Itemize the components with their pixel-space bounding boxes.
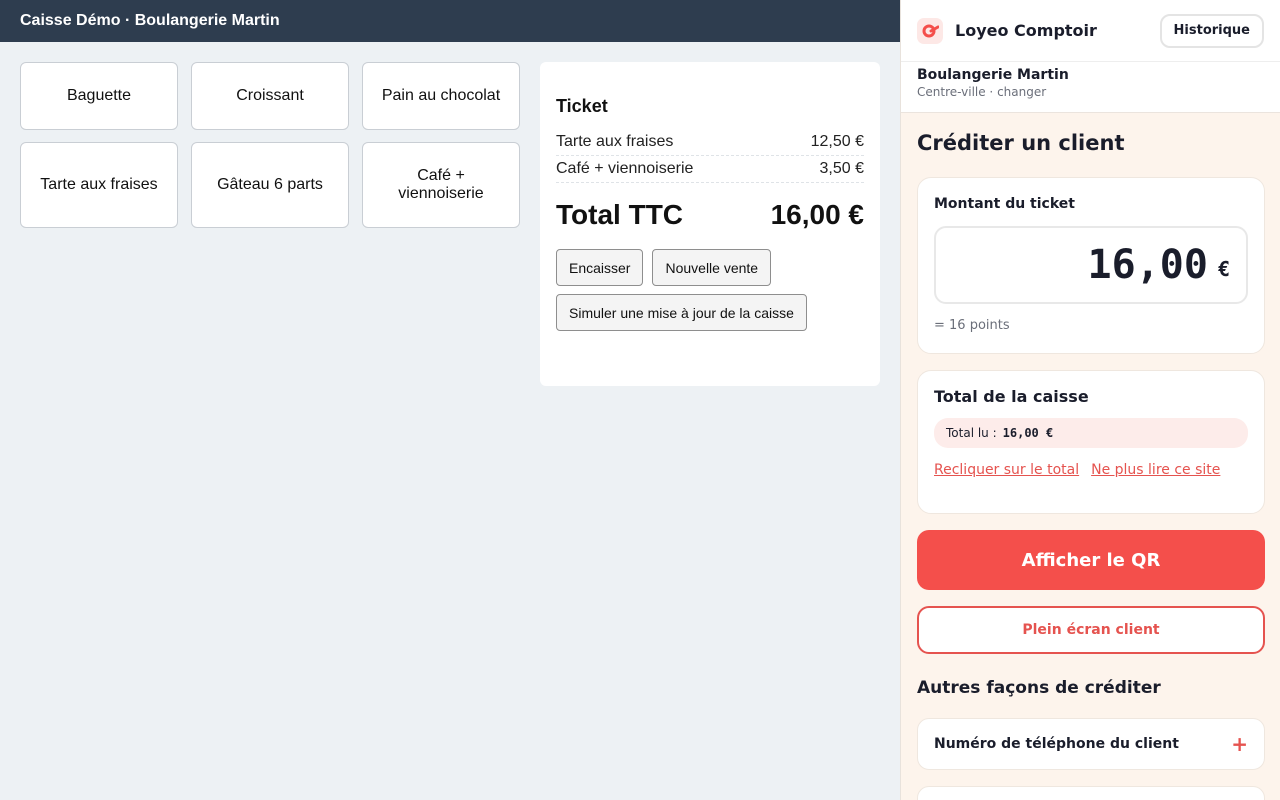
ticket-line-price: 3,50 € [819,160,864,177]
simulate-update-button[interactable]: Simuler une mise à jour de la caisse [556,294,807,331]
show-qr-button[interactable]: Afficher le QR [917,530,1265,590]
read-total-value: 16,00 € [1002,426,1054,440]
stop-reading-link[interactable]: Ne plus lire ce site [1091,462,1220,478]
store-location-change-link[interactable]: Centre-ville · changer [917,85,1264,99]
brand-logo-icon [917,17,943,44]
product-pain-au-chocolat[interactable]: Pain au chocolat [362,62,520,130]
panel-title: Créditer un client [917,131,1125,155]
new-sale-button[interactable]: Nouvelle vente [652,249,772,286]
read-total-label: Total lu : [946,426,997,440]
ticket-total-value: 16,00 € [770,199,864,230]
ticket-actions: Encaisser Nouvelle vente [556,249,864,286]
ticket-amount-label: Montant du ticket [934,196,1075,212]
product-grid: Baguette Croissant Pain au chocolat Tart… [20,62,520,228]
pos-main: Baguette Croissant Pain au chocolat Tart… [0,42,900,800]
ticket-title: Ticket [556,96,608,116]
brand-name: Loyeo Comptoir [955,21,1097,40]
ticket-total: Total TTC 16,00 € [556,199,864,231]
ticket-line-name: Tarte aux fraises [556,133,674,150]
panel-header: Loyeo Comptoir Historique [901,0,1280,62]
ticket-line-price: 12,50 € [810,133,864,150]
ticket-actions-secondary: Simuler une mise à jour de la caisse [556,294,864,331]
store-info: Boulangerie Martin Centre-ville · change… [901,62,1280,113]
ticket-line: Tarte aux fraises 12,50 € [556,129,864,156]
ticket-amount-value: 16,00 [1087,242,1208,288]
phone-number-option[interactable]: Numéro de téléphone du client + [917,718,1265,770]
plus-icon: + [1231,732,1248,756]
next-option-row[interactable] [917,786,1265,800]
ticket-line-name: Café + viennoiserie [556,160,694,177]
pos-title: Caisse Démo · Boulangerie Martin [20,12,280,29]
product-baguette[interactable]: Baguette [20,62,178,130]
store-name: Boulangerie Martin [917,67,1069,83]
loyalty-panel: Loyeo Comptoir Historique Boulangerie Ma… [900,0,1280,800]
reclick-total-link[interactable]: Recliquer sur le total [934,462,1079,478]
product-gateau-6-parts[interactable]: Gâteau 6 parts [191,142,349,228]
register-links: Recliquer sur le total Ne plus lire ce s… [934,462,1248,478]
product-cafe-viennoiserie[interactable]: Café + viennoiserie [362,142,520,228]
ticket-amount-field[interactable]: 16,00 € [934,226,1248,304]
other-methods-title: Autres façons de créditer [917,678,1161,698]
read-total-badge: Total lu : 16,00 € [934,418,1248,448]
register-total-card: Total de la caisse Total lu : 16,00 € Re… [917,370,1265,514]
history-button[interactable]: Historique [1159,13,1264,48]
ticket-amount-card: Montant du ticket 16,00 € = 16 points [917,177,1265,354]
phone-number-label: Numéro de téléphone du client [934,736,1179,752]
currency-symbol: € [1217,257,1230,281]
register-total-label: Total de la caisse [934,387,1089,406]
ticket-panel: Ticket Tarte aux fraises 12,50 € Café + … [540,62,880,386]
fullscreen-client-button[interactable]: Plein écran client [917,606,1265,654]
checkout-button[interactable]: Encaisser [556,249,644,286]
pos-title-bar: Caisse Démo · Boulangerie Martin [0,0,900,42]
product-tarte-aux-fraises[interactable]: Tarte aux fraises [20,142,178,228]
points-equivalent: = 16 points [934,318,1010,333]
ticket-total-label: Total TTC [556,199,684,230]
product-croissant[interactable]: Croissant [191,62,349,130]
ticket-line: Café + viennoiserie 3,50 € [556,156,864,183]
